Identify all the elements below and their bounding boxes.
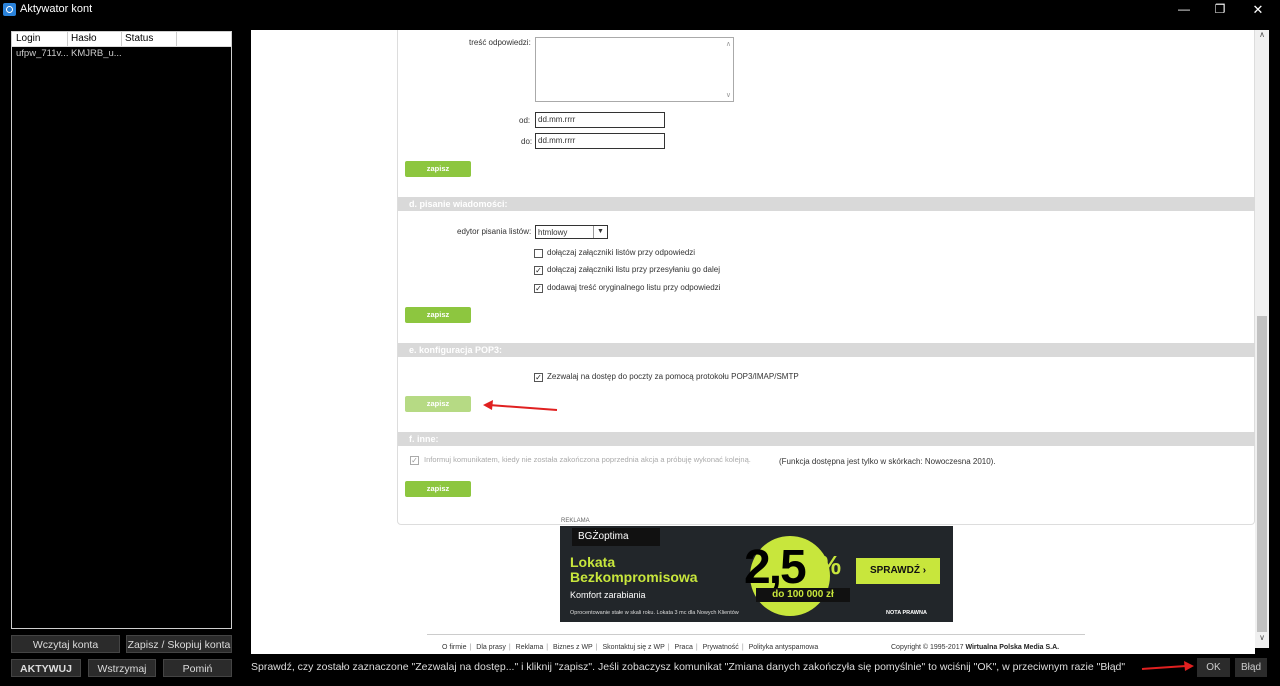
- column-login[interactable]: Login: [16, 33, 40, 44]
- save-autoreply-button[interactable]: zapisz: [405, 161, 471, 177]
- chevron-down-icon[interactable]: ▼: [593, 226, 607, 238]
- pause-button[interactable]: Wstrzymaj: [88, 659, 156, 677]
- footer-links: O firmie | Dla prasy | Reklama | Biznes z W…: [439, 644, 821, 651]
- ad-percent: %: [818, 550, 842, 580]
- restore-icon[interactable]: ❐: [1210, 2, 1230, 17]
- ad-rate: 2,5: [744, 541, 807, 594]
- footer-link-business[interactable]: Biznes z WP: [550, 644, 596, 651]
- browser-view[interactable]: treść odpowiedzi: ∧ ∨ od: dd.mm.rrrr do:…: [251, 30, 1255, 654]
- column-separator[interactable]: [121, 32, 122, 46]
- row-login: ufpw_711v...: [16, 48, 69, 59]
- scroll-down-icon: ∨: [725, 92, 731, 99]
- column-separator[interactable]: [176, 32, 177, 46]
- browser-scrollbar[interactable]: ∧ ∨: [1255, 30, 1269, 648]
- ad-legal-note[interactable]: NOTA PRAWNA: [886, 610, 927, 616]
- save-other-button[interactable]: zapisz: [405, 481, 471, 497]
- copyright: Copyright © 1995-2017 Wirtualna Polska M…: [891, 644, 1059, 651]
- reply-text-label: treść odpowiedzi:: [469, 38, 531, 47]
- footer-divider: [427, 634, 1085, 635]
- footer-link-press[interactable]: Dla prasy: [473, 644, 509, 651]
- scroll-up-arrow-icon[interactable]: ∧: [1257, 30, 1267, 42]
- red-arrow-pointer: [483, 400, 558, 411]
- from-date-input[interactable]: dd.mm.rrrr: [535, 112, 665, 128]
- instruction-text: Sprawdź, czy zostało zaznaczone "Zezwala…: [251, 661, 1126, 673]
- inform-note: (Funkcja dostępna jest tylko w skórkach:…: [779, 457, 996, 466]
- to-date-input[interactable]: dd.mm.rrrr: [535, 133, 665, 149]
- original-text-label: dodawaj treść oryginalnego listu przy od…: [547, 283, 721, 292]
- inform-label: Informuj komunikatem, kiedy nie została …: [424, 455, 751, 464]
- skip-button[interactable]: Pomiń: [163, 659, 232, 677]
- minimize-icon[interactable]: —: [1174, 2, 1194, 17]
- footer-link-contact[interactable]: Skontaktuj się z WP: [600, 644, 668, 651]
- editor-label: edytor pisania listów:: [457, 227, 532, 236]
- ad-title-line1: Lokata: [570, 554, 616, 570]
- app-icon: [3, 3, 16, 16]
- accounts-table[interactable]: Login Hasło Status ufpw_711v... KMJRB_u.…: [11, 31, 232, 629]
- load-accounts-button[interactable]: Wczytaj konta: [11, 635, 120, 653]
- save-accounts-button[interactable]: Zapisz / Skopiuj konta: [126, 635, 232, 653]
- scroll-down-arrow-icon[interactable]: ∨: [1257, 633, 1267, 645]
- footer-link-jobs[interactable]: Praca: [672, 644, 696, 651]
- column-password[interactable]: Hasło: [71, 33, 97, 44]
- ad-title-line2: Bezkompromisowa: [570, 569, 698, 585]
- inform-checkbox[interactable]: ✓: [410, 456, 419, 465]
- section-writing-header: d. pisanie wiadomości:: [398, 197, 1255, 211]
- footer-link-privacy[interactable]: Prywatność: [700, 644, 742, 651]
- table-row[interactable]: ufpw_711v... KMJRB_u...: [12, 47, 231, 60]
- section-other-header: f. inne:: [398, 432, 1255, 446]
- error-button[interactable]: Błąd: [1235, 658, 1267, 677]
- row-password: KMJRB_u...: [71, 48, 122, 59]
- title-bar: Aktywator kont — ❐ ✕: [0, 0, 1280, 19]
- ok-button[interactable]: OK: [1197, 658, 1230, 677]
- section-pop3-header: e. konfiguracja POP3:: [398, 343, 1255, 357]
- attach-forward-checkbox[interactable]: ✓: [534, 266, 543, 275]
- footer-link-about[interactable]: O firmie: [439, 644, 470, 651]
- copyright-prefix: Copyright © 1995-2017: [891, 644, 964, 651]
- ad-banner[interactable]: BGŻoptima Lokata Bezkompromisowa Komfort…: [560, 526, 953, 622]
- table-header: Login Hasło Status: [12, 32, 231, 47]
- ad-subtitle: Komfort zarabiania: [570, 590, 646, 600]
- from-date-label: od:: [519, 116, 531, 125]
- window-title: Aktywator kont: [20, 3, 93, 15]
- ad-amount: do 100 000 zł: [756, 588, 850, 602]
- editor-select[interactable]: htmlowy ▼: [535, 225, 608, 239]
- pop3-access-checkbox[interactable]: ✓: [534, 373, 543, 382]
- ad-label: REKLAMA: [561, 518, 590, 524]
- save-pop3-button[interactable]: zapisz: [405, 396, 471, 412]
- original-text-checkbox[interactable]: ✓: [534, 284, 543, 293]
- column-separator[interactable]: [67, 32, 68, 46]
- ad-check-button[interactable]: SPRAWDŹ ›: [856, 558, 940, 584]
- to-date-label: do:: [521, 137, 533, 146]
- settings-card: [397, 30, 1255, 525]
- reply-textarea[interactable]: ∧ ∨: [535, 37, 734, 102]
- save-writing-button[interactable]: zapisz: [405, 307, 471, 323]
- scroll-thumb[interactable]: [1257, 316, 1267, 632]
- ad-fine-print: Oprocentowanie stałe w skali roku. Lokat…: [570, 610, 739, 616]
- ad-logo: BGŻoptima: [572, 528, 660, 546]
- attach-reply-checkbox[interactable]: [534, 249, 543, 258]
- footer-link-ads[interactable]: Reklama: [513, 644, 547, 651]
- footer-link-antispam[interactable]: Polityka antyspamowa: [746, 644, 822, 651]
- column-status[interactable]: Status: [125, 33, 153, 44]
- copyright-company: Wirtualna Polska Media S.A.: [965, 644, 1060, 651]
- attach-forward-label: dołączaj załączniki listu przy przesyłan…: [547, 265, 720, 274]
- editor-select-value: htmlowy: [538, 228, 568, 237]
- red-arrow-pointer: [1141, 661, 1194, 671]
- activate-button[interactable]: AKTYWUJ: [11, 659, 81, 677]
- pop3-access-label: Zezwalaj na dostęp do poczty za pomocą p…: [547, 372, 799, 381]
- attach-reply-label: dołączaj załączniki listów przy odpowied…: [547, 248, 696, 257]
- close-icon[interactable]: ✕: [1248, 2, 1268, 17]
- scroll-up-icon: ∧: [725, 41, 731, 48]
